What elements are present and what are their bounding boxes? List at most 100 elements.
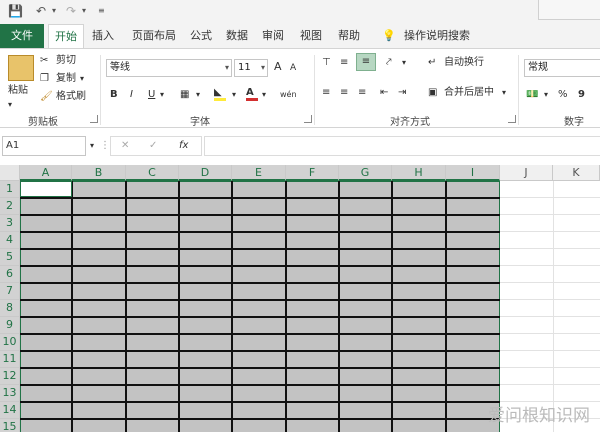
copy-dropdown-icon[interactable]: ▾: [80, 71, 84, 87]
percent-button[interactable]: %: [558, 87, 568, 103]
row-header-6[interactable]: 6: [0, 266, 20, 283]
underline-button[interactable]: U: [148, 87, 155, 103]
tab-home[interactable]: 开始: [48, 24, 84, 49]
currency-dropdown-icon[interactable]: ▾: [544, 87, 548, 103]
bold-button[interactable]: B: [110, 87, 118, 103]
save-icon[interactable]: 💾: [8, 3, 23, 19]
merge-center-button[interactable]: 合并后居中: [444, 85, 494, 101]
tab-insert[interactable]: 插入: [88, 24, 118, 48]
currency-icon[interactable]: 💵: [526, 87, 538, 103]
align-bottom-icon[interactable]: ≡: [356, 53, 376, 71]
row-header-12[interactable]: 12: [0, 368, 20, 385]
gridline: [500, 316, 600, 317]
row-header-9[interactable]: 9: [0, 317, 20, 334]
formula-input[interactable]: [204, 136, 600, 156]
column-header-h[interactable]: H: [392, 165, 446, 181]
redo-dropdown-icon[interactable]: ▾: [82, 3, 86, 19]
tab-view[interactable]: 视图: [296, 24, 326, 48]
align-left-icon[interactable]: ≡: [322, 85, 330, 101]
font-color-button[interactable]: A: [246, 85, 258, 101]
row-header-2[interactable]: 2: [0, 198, 20, 215]
copy-icon[interactable]: ❐: [40, 71, 49, 87]
tell-me-search[interactable]: 操作说明搜索: [400, 24, 474, 48]
row-header-8[interactable]: 8: [0, 300, 20, 317]
align-right-icon[interactable]: ≡: [358, 85, 366, 101]
selected-range[interactable]: [20, 181, 500, 432]
format-painter-button[interactable]: 格式刷: [56, 89, 86, 105]
tab-help[interactable]: 帮助: [334, 24, 364, 48]
enter-entry-button[interactable]: ✓: [149, 138, 157, 154]
tab-formulas[interactable]: 公式: [186, 24, 216, 48]
underline-dropdown-icon[interactable]: ▾: [160, 87, 164, 103]
orientation-dropdown-icon[interactable]: ▾: [402, 55, 406, 71]
cut-icon[interactable]: ✂: [40, 53, 48, 69]
paste-clipboard-icon[interactable]: [8, 55, 34, 81]
column-header-b[interactable]: B: [72, 165, 126, 181]
insert-function-button[interactable]: fx: [179, 138, 188, 154]
borders-icon[interactable]: ▦: [180, 87, 189, 103]
tab-review[interactable]: 审阅: [258, 24, 288, 48]
number-format-combo[interactable]: 常规: [524, 59, 600, 77]
cancel-entry-button[interactable]: ✕: [121, 138, 129, 154]
redo-icon[interactable]: ↷: [66, 3, 76, 19]
row-header-3[interactable]: 3: [0, 215, 20, 232]
fill-color-dropdown-icon[interactable]: ▾: [232, 87, 236, 103]
wrap-text-button[interactable]: 自动换行: [444, 55, 484, 71]
paste-dropdown-icon[interactable]: ▾: [8, 97, 12, 113]
comma-style-button[interactable]: 9: [578, 87, 585, 103]
formula-bar-drag-handle-icon[interactable]: ⋮: [100, 138, 110, 154]
decrease-indent-icon[interactable]: ⇤: [380, 85, 388, 101]
format-painter-icon[interactable]: 🖌: [40, 89, 53, 105]
alignment-launcher-icon[interactable]: [508, 115, 516, 123]
orientation-icon[interactable]: ⤤: [386, 55, 392, 71]
row-header-5[interactable]: 5: [0, 249, 20, 266]
copy-button[interactable]: 复制: [56, 71, 76, 87]
row-header-13[interactable]: 13: [0, 385, 20, 402]
column-header-g[interactable]: G: [339, 165, 392, 181]
row-header-11[interactable]: 11: [0, 351, 20, 368]
name-box-dropdown-icon[interactable]: ▾: [90, 138, 94, 154]
italic-button[interactable]: I: [130, 87, 133, 103]
column-header-a[interactable]: A: [20, 165, 72, 181]
align-middle-icon[interactable]: ≡: [340, 55, 348, 71]
fill-color-icon[interactable]: ◣: [214, 85, 226, 101]
align-center-icon[interactable]: ≡: [340, 85, 348, 101]
row-header-4[interactable]: 4: [0, 232, 20, 249]
row-header-7[interactable]: 7: [0, 283, 20, 300]
font-name-combo[interactable]: 等线 ▾: [106, 59, 232, 77]
name-box[interactable]: A1: [2, 136, 86, 156]
font-size-combo[interactable]: 11 ▾: [234, 59, 268, 77]
grow-font-button[interactable]: A: [274, 59, 282, 75]
font-color-dropdown-icon[interactable]: ▾: [262, 87, 266, 103]
tab-data[interactable]: 数据: [222, 24, 252, 48]
phonetic-button[interactable]: wén: [280, 87, 297, 103]
borders-dropdown-icon[interactable]: ▾: [196, 87, 200, 103]
increase-indent-icon[interactable]: ⇥: [398, 85, 406, 101]
merge-dropdown-icon[interactable]: ▾: [502, 85, 506, 101]
column-header-d[interactable]: D: [179, 165, 232, 181]
column-header-k[interactable]: K: [553, 165, 600, 181]
undo-icon[interactable]: ↶: [36, 3, 46, 19]
column-header-j[interactable]: J: [500, 165, 553, 181]
align-top-icon[interactable]: ⊤: [322, 55, 331, 71]
select-all-button[interactable]: [0, 165, 20, 181]
tab-file[interactable]: 文件: [0, 24, 44, 48]
undo-dropdown-icon[interactable]: ▾: [52, 3, 56, 19]
shrink-font-button[interactable]: A: [290, 60, 296, 76]
customize-qat-icon[interactable]: ≡: [98, 3, 105, 19]
row-header-15[interactable]: 15: [0, 419, 20, 432]
column-header-c[interactable]: C: [126, 165, 179, 181]
clipboard-launcher-icon[interactable]: [90, 115, 98, 123]
active-cell-a1[interactable]: [20, 181, 72, 197]
column-header-i[interactable]: I: [446, 165, 500, 181]
row-header-14[interactable]: 14: [0, 402, 20, 419]
wrap-text-icon[interactable]: ↵: [428, 55, 436, 71]
row-header-1[interactable]: 1: [0, 181, 20, 198]
font-launcher-icon[interactable]: [304, 115, 312, 123]
merge-center-icon[interactable]: ▣: [428, 85, 437, 101]
column-header-f[interactable]: F: [286, 165, 339, 181]
column-header-e[interactable]: E: [232, 165, 286, 181]
row-header-10[interactable]: 10: [0, 334, 20, 351]
cut-button[interactable]: 剪切: [56, 53, 76, 69]
tab-page-layout[interactable]: 页面布局: [126, 24, 182, 48]
